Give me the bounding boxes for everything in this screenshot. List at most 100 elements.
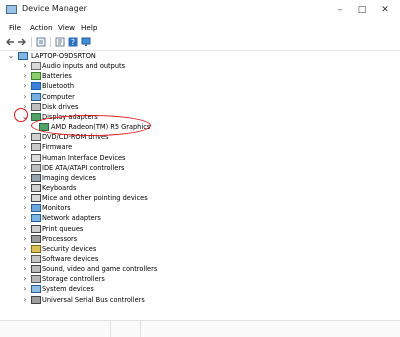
- processor-icon: [31, 234, 41, 243]
- display-adapter-icon: [31, 112, 41, 121]
- tree-category-19[interactable]: › Sound, video and game controllers: [0, 264, 300, 274]
- system-device-icon: [31, 285, 41, 294]
- tree-category-label: Universal Serial Bus controllers: [42, 295, 145, 304]
- tree-category-17[interactable]: › Security devices: [0, 244, 300, 254]
- tree-category-2[interactable]: › Bluetooth: [0, 81, 300, 91]
- tree-category-label: Network adapters: [42, 214, 101, 223]
- tree-category-11[interactable]: › Keyboards: [0, 183, 300, 193]
- tree-root[interactable]: ⌄ LAPTOP-O9DSRTON: [0, 51, 300, 61]
- tree-category-4[interactable]: › Disk drives: [0, 102, 300, 112]
- expand-chevron-icon[interactable]: ›: [21, 264, 29, 274]
- expand-chevron-icon[interactable]: ›: [21, 92, 29, 102]
- expand-chevron-icon[interactable]: ›: [21, 203, 29, 213]
- tree-category-1[interactable]: › Batteries: [0, 71, 300, 81]
- tree-category-label: Batteries: [42, 72, 72, 81]
- expand-chevron-icon[interactable]: ›: [21, 163, 29, 173]
- expand-chevron-icon[interactable]: ›: [21, 295, 29, 305]
- minimize-button[interactable]: –: [330, 2, 350, 18]
- title-bar: Device Manager – □ ✕: [0, 0, 400, 21]
- mouse-icon: [31, 194, 41, 203]
- tree-category-label: Keyboards: [42, 183, 77, 192]
- tree-category-6[interactable]: › DVD/CD-ROM drives: [0, 132, 300, 142]
- forward-arrow-icon[interactable]: [17, 37, 27, 47]
- close-button[interactable]: ✕: [375, 2, 395, 18]
- tree-category-3[interactable]: › Computer: [0, 92, 300, 102]
- imaging-device-icon: [31, 173, 41, 182]
- maximize-button[interactable]: □: [352, 2, 372, 18]
- expand-chevron-icon[interactable]: ›: [21, 234, 29, 244]
- help-icon[interactable]: ?: [68, 37, 78, 47]
- tree-category-20[interactable]: › Storage controllers: [0, 274, 300, 284]
- device-manager-icon: [6, 5, 17, 14]
- monitor-icon[interactable]: [81, 37, 91, 47]
- tree-category-label: Security devices: [42, 244, 97, 253]
- firmware-icon: [31, 143, 41, 152]
- tree-category-label: Print queues: [42, 224, 84, 233]
- properties-icon[interactable]: [55, 37, 65, 47]
- tree-category-5[interactable]: ⌄ Display adapters: [0, 112, 300, 122]
- network-adapter-icon: [31, 214, 41, 223]
- tree-category-15[interactable]: › Print queues: [0, 224, 300, 234]
- toolbar: ?: [0, 34, 400, 51]
- tree-category-label: Software devices: [42, 255, 99, 263]
- hid-icon: [31, 153, 41, 162]
- expand-chevron-icon[interactable]: ›: [21, 183, 29, 193]
- tree-category-9[interactable]: › IDE ATA/ATAPI controllers: [0, 163, 300, 173]
- tree-category-22[interactable]: › Universal Serial Bus controllers: [0, 295, 300, 305]
- tree-category-21[interactable]: › System devices: [0, 284, 300, 294]
- tree-category-label: Mice and other pointing devices: [42, 194, 148, 203]
- keyboard-icon: [31, 183, 41, 192]
- menu-file[interactable]: File: [9, 23, 21, 32]
- collapse-chevron-icon[interactable]: ⌄: [21, 112, 29, 122]
- expand-chevron-icon[interactable]: ›: [21, 173, 29, 183]
- expand-chevron-icon[interactable]: ›: [21, 274, 29, 284]
- tree-category-label: Storage controllers: [42, 275, 105, 284]
- software-device-icon: [31, 255, 41, 263]
- tree-category-label: Computer: [42, 92, 75, 101]
- audio-icon: [31, 62, 41, 71]
- expand-chevron-icon[interactable]: ›: [21, 132, 29, 142]
- tree-category-10[interactable]: › Imaging devices: [0, 173, 300, 183]
- expand-chevron-icon[interactable]: ›: [21, 284, 29, 294]
- tree-category-13[interactable]: › Monitors: [0, 203, 300, 213]
- expand-chevron-icon[interactable]: ›: [21, 244, 29, 254]
- collapse-chevron-icon[interactable]: ⌄: [7, 51, 15, 61]
- storage-controller-icon: [31, 275, 41, 284]
- expand-chevron-icon[interactable]: ›: [21, 81, 29, 91]
- tree-category-label: Sound, video and game controllers: [42, 265, 158, 274]
- svg-text:?: ?: [71, 38, 75, 47]
- status-pane-mid: [110, 321, 141, 337]
- expand-chevron-icon[interactable]: ›: [21, 254, 29, 264]
- expand-chevron-icon[interactable]: ›: [21, 153, 29, 163]
- tree-category-label: Processors: [42, 234, 78, 243]
- expand-chevron-icon[interactable]: ›: [21, 213, 29, 223]
- expand-chevron-icon[interactable]: ›: [21, 193, 29, 203]
- display-adapter-icon: [39, 123, 49, 132]
- expand-chevron-icon[interactable]: ›: [21, 71, 29, 81]
- back-arrow-icon[interactable]: [5, 37, 15, 47]
- tree-category-12[interactable]: › Mice and other pointing devices: [0, 193, 300, 203]
- expand-chevron-icon[interactable]: ›: [21, 142, 29, 152]
- tree-category-7[interactable]: › Firmware: [0, 142, 300, 152]
- tree-category-14[interactable]: › Network adapters: [0, 213, 300, 223]
- tree-category-label: Imaging devices: [42, 173, 96, 182]
- menu-bar: File Action View Help: [0, 21, 400, 34]
- tree-category-18[interactable]: › Software devices: [0, 254, 300, 264]
- expand-chevron-icon[interactable]: ›: [21, 224, 29, 234]
- tree-category-0[interactable]: › Audio inputs and outputs: [0, 61, 300, 71]
- menu-action[interactable]: Action: [30, 23, 53, 32]
- expand-chevron-icon[interactable]: ›: [21, 102, 29, 112]
- tree-category-label: Bluetooth: [42, 82, 75, 91]
- device-view-icon[interactable]: [36, 37, 46, 47]
- tree-category-label: Firmware: [42, 143, 73, 152]
- tree-category-8[interactable]: › Human Interface Devices: [0, 153, 300, 163]
- sound-icon: [31, 265, 41, 274]
- tree-category-16[interactable]: › Processors: [0, 234, 300, 244]
- status-bar: [0, 320, 400, 337]
- computer-icon: [31, 92, 41, 101]
- menu-view[interactable]: View: [58, 23, 75, 32]
- expand-chevron-icon[interactable]: ›: [21, 61, 29, 71]
- menu-help[interactable]: Help: [81, 23, 97, 32]
- tree-child-device[interactable]: AMD Radeon(TM) R5 Graphics: [0, 122, 300, 132]
- printer-icon: [31, 224, 41, 233]
